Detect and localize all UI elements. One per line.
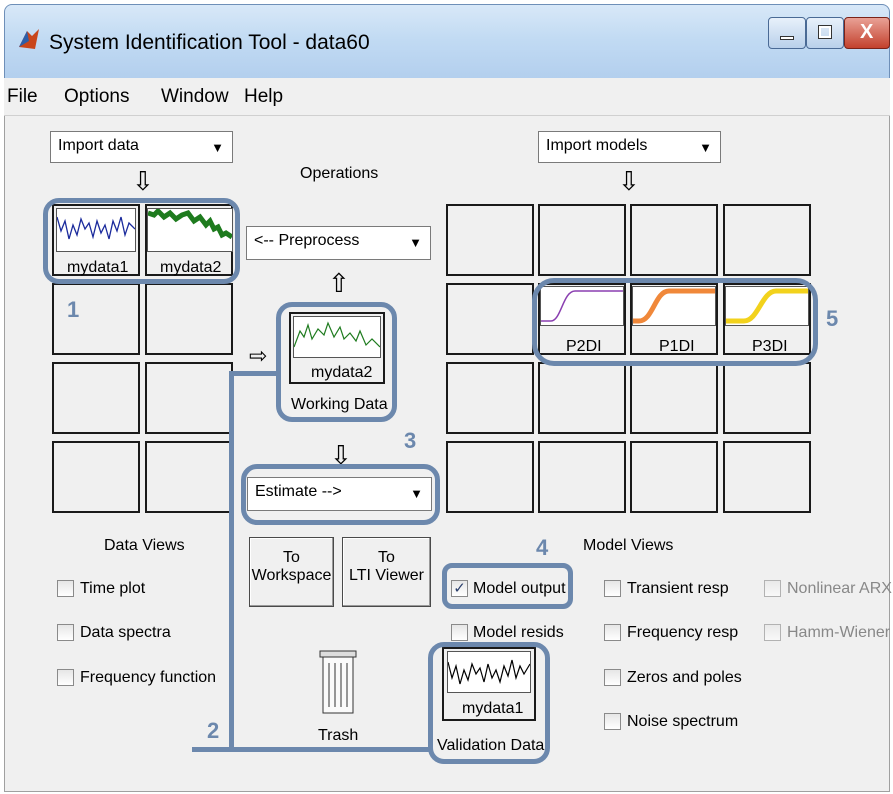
model-slot[interactable] [446,441,534,513]
model-slot[interactable] [723,362,811,434]
connector-vertical [229,373,234,752]
data-slot[interactable] [145,283,233,355]
annotation-3: 3 [404,428,417,453]
import-data-value: Import data [58,137,139,154]
frequency-resp-label[interactable]: Frequency resp [627,624,738,642]
chevron-down-icon: ▼ [699,140,712,155]
model-slot[interactable] [446,362,534,434]
maximize-icon [818,25,832,39]
annotation-5: 5 [826,306,839,331]
data-spectra-label[interactable]: Data spectra [80,624,171,642]
menu-help[interactable]: Help [244,86,283,108]
data-spectra-checkbox[interactable] [57,624,74,641]
frequency-resp-checkbox[interactable] [604,624,621,641]
arrow-down-icon: ⇩ [618,166,640,196]
import-models-value: Import models [546,137,648,154]
trash-icon[interactable] [318,647,358,715]
arrow-down-icon: ⇩ [132,166,154,196]
hamm-wiener-checkbox[interactable] [764,624,781,641]
highlight-model-output [442,563,573,609]
highlight-estimate [241,464,440,525]
import-data-select[interactable]: Import data ▼ [50,131,233,163]
to-lti-line2: LTI Viewer [349,567,424,584]
preprocess-select[interactable]: <-- Preprocess ▼ [246,226,431,260]
window-title: System Identification Tool - data60 [49,31,370,54]
transient-resp-checkbox[interactable] [604,580,621,597]
to-workspace-button[interactable]: To Workspace [249,537,334,607]
connector-bottom [192,747,430,752]
close-icon: X [860,21,874,43]
arrow-up-icon: ⇧ [328,268,350,298]
model-slot[interactable] [723,441,811,513]
model-slot[interactable] [446,283,534,355]
data-slot[interactable] [52,283,140,355]
data-slot[interactable] [52,441,140,513]
model-slot[interactable] [538,204,626,276]
model-slot[interactable] [630,441,718,513]
to-workspace-line2: Workspace [251,567,332,584]
matlab-icon [19,29,39,49]
highlight-working-data [276,302,397,422]
frequency-function-label[interactable]: Frequency function [80,669,216,687]
to-workspace-line1: To [283,549,300,566]
arrow-right-icon: ⇨ [249,343,268,368]
time-plot-checkbox[interactable] [57,580,74,597]
maximize-button[interactable] [806,17,844,49]
model-slot[interactable] [538,362,626,434]
nonlinear-arx-checkbox[interactable] [764,580,781,597]
model-slot[interactable] [630,204,718,276]
data-slot[interactable] [52,362,140,434]
operations-heading: Operations [300,165,379,182]
minimize-icon [780,36,794,40]
menu-file[interactable]: File [7,86,38,108]
close-button[interactable]: X [844,17,890,49]
import-models-select[interactable]: Import models ▼ [538,131,721,163]
title-bar: System Identification Tool - data60 X [4,4,890,78]
to-lti-viewer-button[interactable]: To LTI Viewer [342,537,431,607]
model-resids-checkbox[interactable] [451,624,468,641]
zeros-poles-checkbox[interactable] [604,669,621,686]
nonlinear-arx-label[interactable]: Nonlinear ARX [787,580,892,598]
trash-label: Trash [318,727,359,744]
data-slot[interactable] [145,362,233,434]
noise-spectrum-checkbox[interactable] [604,713,621,730]
data-slot[interactable] [145,441,233,513]
data-views-heading: Data Views [104,537,185,554]
connector-top [229,371,281,376]
annotation-1: 1 [67,297,80,322]
highlight-validation-data [428,642,550,764]
model-slot[interactable] [446,204,534,276]
chevron-down-icon: ▼ [211,140,224,155]
menu-options[interactable]: Options [64,86,129,108]
model-slot[interactable] [723,204,811,276]
model-resids-label[interactable]: Model resids [473,624,564,642]
model-slot[interactable] [538,441,626,513]
preprocess-value: <-- Preprocess [254,232,360,249]
model-views-heading: Model Views [583,537,674,554]
highlight-model-board [532,278,818,366]
time-plot-label[interactable]: Time plot [80,580,145,598]
menu-bar: File Options Window Help [4,78,890,116]
minimize-button[interactable] [768,17,806,49]
menu-window[interactable]: Window [161,86,229,108]
annotation-4: 4 [536,535,549,560]
transient-resp-label[interactable]: Transient resp [627,580,729,598]
noise-spectrum-label[interactable]: Noise spectrum [627,713,738,731]
to-lti-line1: To [378,549,395,566]
model-slot[interactable] [630,362,718,434]
zeros-poles-label[interactable]: Zeros and poles [627,669,742,687]
highlight-data-board [43,198,240,284]
hamm-wiener-label[interactable]: Hamm-Wiener [787,624,890,642]
annotation-2: 2 [207,718,220,743]
chevron-down-icon: ▼ [409,235,422,250]
frequency-function-checkbox[interactable] [57,669,74,686]
